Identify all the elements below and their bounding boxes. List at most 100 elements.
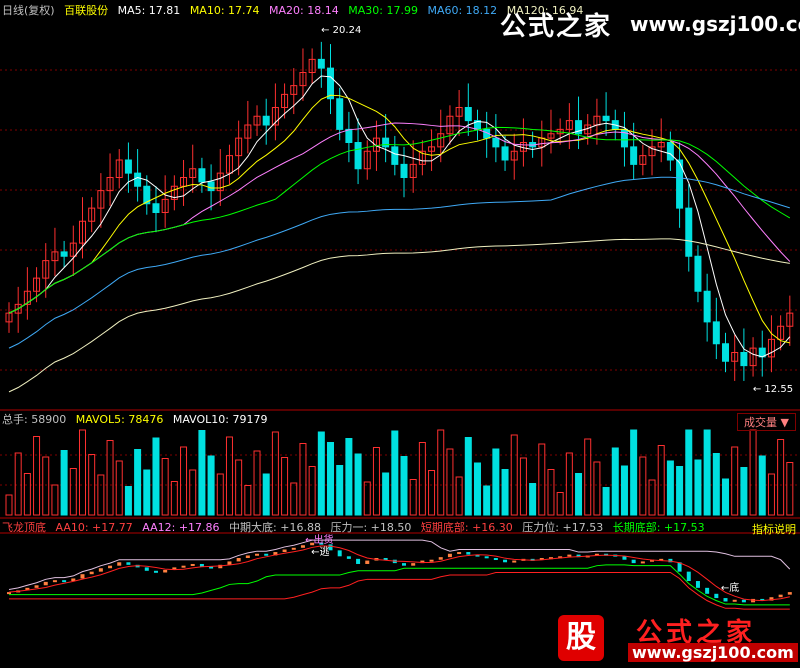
volume-bar [23,473,31,516]
volume-bar [593,461,601,516]
volume-bar [152,437,160,516]
candle-body [327,67,335,100]
volume-bar [115,460,123,516]
indicator-candle [447,553,452,558]
volume-bar [391,430,399,516]
indicator-header: 飞龙顶底 AA10: +17.77 AA12: +17.86 中期大底: +16… [2,520,711,536]
volume-bar [575,473,583,516]
volume-bar [354,453,362,516]
candle-body [400,163,408,178]
indicator-candle [705,587,710,594]
volume-bar [97,474,105,516]
indicator-candle [52,580,57,583]
volume-bar [14,452,22,516]
volume-bar [253,450,261,516]
ma20-label: MA20: 18.14 [269,4,339,17]
volume-bar [648,479,656,516]
indicator-candle [723,598,728,602]
volume-bar [602,487,610,516]
candle-body [336,98,344,130]
volume-bar [547,469,555,516]
indicator-candle [282,549,287,553]
indicator-candle [117,562,122,566]
indicator-candle [503,559,508,563]
indicator-candle [714,593,719,599]
volume-bar [620,465,628,516]
indicator-candle [512,560,517,563]
short-bottom-line [9,572,790,610]
indicator-candle [778,594,783,598]
volume-bar [455,476,463,516]
indicator-candle [98,568,103,572]
volume-bar [106,440,114,516]
ma5-label: MA5: 17.81 [117,4,181,17]
candle-body [694,255,702,292]
volume-bar [134,449,142,516]
candle-body [152,203,160,213]
press-pos-label: 压力位: +17.53 [522,521,604,534]
volume-bar [630,429,638,516]
mavol5-label: MAVOL5: 78476 [75,413,164,426]
volume-bar [327,442,335,516]
volume-bar [501,469,509,516]
volume-bar [281,457,289,516]
volume-bar [60,450,68,516]
volume-bar [290,482,298,516]
indicator-candle [438,557,443,560]
volume-bar [317,431,325,516]
press1-label: 压力一: +18.50 [330,521,412,534]
volume-bar [180,446,188,516]
volume-bar [363,481,371,516]
indicator-candle [264,553,269,556]
indicator-candle [89,571,94,575]
volume-bar [299,443,307,516]
volume-bar [565,452,573,516]
volume-bar [235,459,243,516]
volume-bar [262,473,270,516]
candle-body [740,352,748,367]
indicator-candle [365,560,370,564]
indicator-candle [695,581,700,588]
stock-name: 百联股份 [64,4,109,17]
volume-bar [437,429,445,516]
volume-bar [345,438,353,516]
indicator-candle [732,599,737,602]
indicator-candle [181,565,186,568]
indicator-candle [80,574,85,579]
volume-bar [666,460,674,516]
candle-body [345,128,353,143]
indicator-candle [457,552,462,555]
candle-body [124,159,132,174]
indicator-candle [622,556,627,560]
period-label[interactable]: 日线(复权) [2,4,55,17]
volume-bar [5,494,13,516]
ma30-label: MA30: 17.99 [348,4,418,17]
volume-bar [308,466,316,516]
candle-body [501,146,509,161]
indicator-candle [255,553,260,556]
volume-bar [556,492,564,516]
volume-bar [657,445,665,516]
watermark-logo: 股 [558,615,604,661]
candle-body [630,146,638,165]
volume-bar [189,469,197,516]
chart-stage: ← 20.24 ← 12.55 ←出货 ←逃 ←底 日线(复权) 百联股份 MA5: 1… [0,0,800,668]
candle-body [620,128,628,148]
volume-bar [786,462,794,516]
indicator-dropdown[interactable]: 成交量 ▼ [737,413,796,431]
volume-bar [418,442,426,516]
volume-bar [382,472,390,516]
candle-body [317,58,325,69]
indicator-help-link[interactable]: 指标说明 [752,521,796,537]
candle-body [666,142,674,161]
volume-bar [207,455,215,516]
indicator-candle [466,552,471,555]
candle-body [703,290,711,323]
candle-body [382,137,390,148]
indicator-candle [402,563,406,566]
candle-body [207,181,215,192]
indicator-candle [245,555,250,559]
indicator-candle [126,562,131,565]
indicator-candle [787,592,792,595]
aa12-label: AA12: +17.86 [142,521,220,534]
